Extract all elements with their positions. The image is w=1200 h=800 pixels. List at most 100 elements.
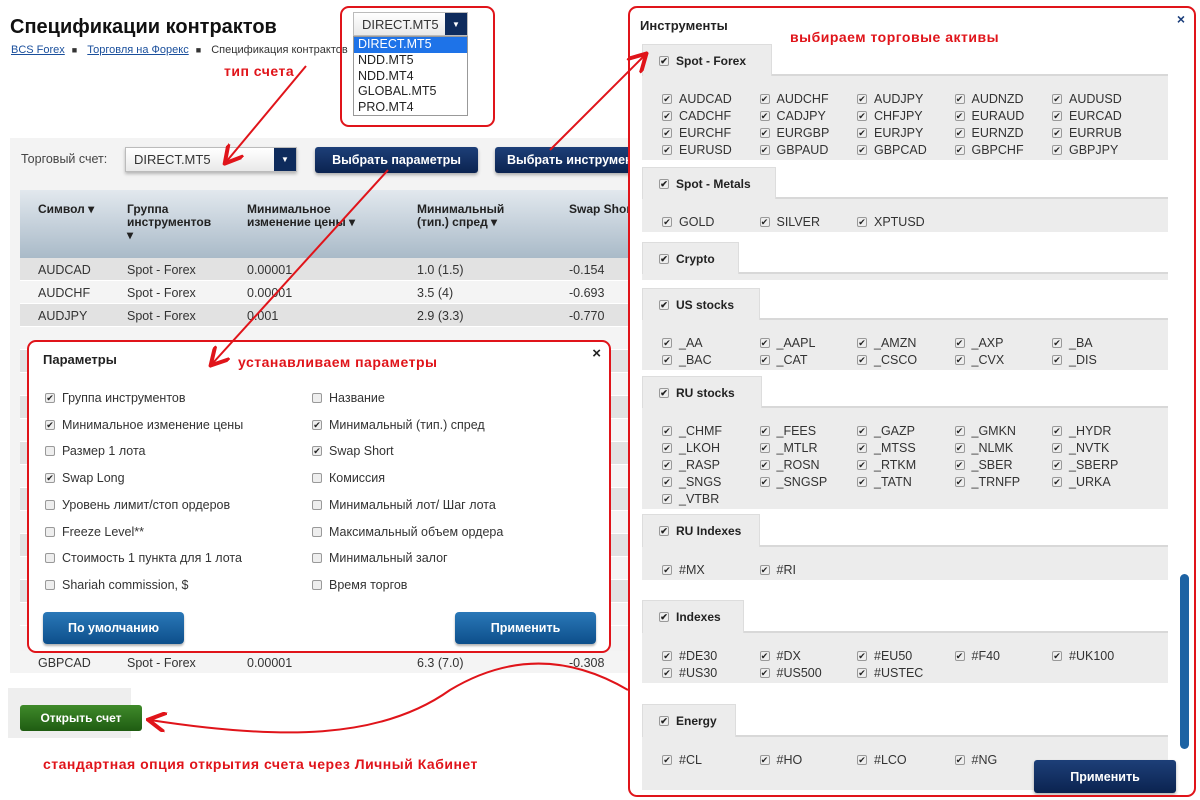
col-min-price-change[interactable]: Минимальное изменение цены ▾ [247,203,377,229]
checkbox-icon[interactable] [1052,355,1062,365]
instrument-checkbox[interactable]: #EU50 [857,649,912,663]
checkbox-icon[interactable] [857,94,867,104]
instrument-checkbox[interactable]: AUDCAD [662,92,732,106]
checkbox-icon[interactable] [45,499,55,510]
checkbox-icon[interactable] [759,128,770,138]
checkbox-icon[interactable] [759,477,770,487]
breadcrumb-forex[interactable]: Торговля на Форекс [87,44,188,56]
instrument-checkbox[interactable]: _MTLR [759,441,817,455]
instrument-checkbox[interactable]: GBPAUD [759,143,828,157]
choose-instruments-button[interactable]: Выбрать инструменты [495,147,635,173]
checkbox-icon[interactable] [954,338,965,348]
checkbox-icon[interactable] [759,94,770,104]
checkbox-icon[interactable] [662,460,672,470]
checkbox-icon[interactable] [662,443,672,453]
instrument-checkbox[interactable]: GOLD [662,215,714,229]
open-account-button[interactable]: Открыть счет [20,705,142,731]
instrument-checkbox[interactable]: #RI [759,563,796,577]
instrument-checkbox[interactable]: _MTSS [857,441,916,455]
instrument-checkbox[interactable]: _FEES [759,424,816,438]
instrument-checkbox[interactable]: CHFJPY [857,109,923,123]
instrument-checkbox[interactable]: EURCAD [1052,109,1122,123]
instrument-checkbox[interactable]: EURNZD [954,126,1024,140]
checkbox-icon[interactable] [759,217,770,227]
param-checkbox[interactable]: Минимальный залог [312,551,448,565]
param-checkbox[interactable]: Название [312,391,385,405]
instrument-checkbox[interactable]: #NG [954,753,997,767]
param-checkbox[interactable]: Размер 1 лота [45,444,146,458]
checkbox-icon[interactable] [759,338,770,348]
instrument-checkbox[interactable]: GBPCHF [954,143,1024,157]
checkbox-icon[interactable] [662,355,672,365]
checkbox-icon[interactable] [662,494,672,504]
instrument-checkbox[interactable]: #LCO [857,753,907,767]
checkbox-icon[interactable] [45,526,55,537]
checkbox-icon[interactable] [857,217,867,227]
instrument-checkbox[interactable]: _BA [1052,336,1093,350]
checkbox-icon[interactable] [312,579,322,590]
checkbox-icon[interactable] [954,111,965,121]
checkbox-icon[interactable] [312,499,322,510]
checkbox-icon[interactable] [659,716,669,726]
close-icon[interactable]: × [1177,11,1185,27]
instrument-checkbox[interactable]: EURGBP [759,126,829,140]
checkbox-icon[interactable] [759,426,770,436]
checkbox-icon[interactable] [312,553,322,564]
checkbox-icon[interactable] [857,755,867,765]
group-tab[interactable]: Spot - Forex [642,44,772,76]
checkbox-icon[interactable] [857,443,867,453]
group-tab[interactable]: Spot - Metals [642,167,776,199]
col-symbol[interactable]: Символ ▾ [38,203,94,216]
param-checkbox[interactable]: Swap Long [45,471,125,485]
instrument-checkbox[interactable]: #MX [662,563,705,577]
checkbox-icon[interactable] [662,426,672,436]
checkbox-icon[interactable] [857,460,867,470]
checkbox-icon[interactable] [954,460,965,470]
instrument-checkbox[interactable]: _LKOH [662,441,720,455]
instrument-checkbox[interactable]: _AXP [954,336,1003,350]
checkbox-icon[interactable] [857,355,867,365]
instrument-checkbox[interactable]: _HYDR [1052,424,1111,438]
checkbox-icon[interactable] [659,387,669,398]
option-pro-mt4[interactable]: PRO.MT4 [354,100,467,116]
checkbox-icon[interactable] [857,477,867,487]
checkbox-icon[interactable] [1052,145,1062,155]
checkbox-icon[interactable] [759,443,770,453]
param-checkbox[interactable]: Стоимость 1 пункта для 1 лота [45,551,242,565]
choose-params-button[interactable]: Выбрать параметры [315,147,478,173]
checkbox-icon[interactable] [759,565,770,575]
checkbox-icon[interactable] [857,668,867,678]
checkbox-icon[interactable] [45,446,55,457]
checkbox-icon[interactable] [954,477,965,487]
checkbox-icon[interactable] [45,419,55,430]
checkbox-icon[interactable] [45,473,55,484]
option-direct-mt5[interactable]: DIRECT.MT5 [354,37,467,53]
checkbox-icon[interactable] [662,565,672,575]
checkbox-icon[interactable] [759,668,770,678]
checkbox-icon[interactable] [659,55,669,66]
checkbox-icon[interactable] [662,94,672,104]
param-checkbox[interactable]: Минимальный лот/ Шаг лота [312,498,496,512]
checkbox-icon[interactable] [1052,651,1062,661]
group-tab[interactable]: RU Indexes [642,514,760,547]
checkbox-icon[interactable] [45,553,55,564]
instrument-checkbox[interactable]: _GAZP [857,424,915,438]
checkbox-icon[interactable] [857,111,867,121]
checkbox-icon[interactable] [312,393,322,403]
checkbox-icon[interactable] [857,651,867,661]
checkbox-icon[interactable] [954,755,965,765]
col-swap-short[interactable]: Swap Short [569,203,635,216]
checkbox-icon[interactable] [312,473,322,484]
checkbox-icon[interactable] [662,651,672,661]
checkbox-icon[interactable] [954,651,965,661]
instrument-checkbox[interactable]: _TATN [857,475,912,489]
instrument-checkbox[interactable]: EURAUD [954,109,1024,123]
instrument-checkbox[interactable]: #USTEC [857,666,923,680]
checkbox-icon[interactable] [312,526,322,537]
param-checkbox[interactable]: Время торгов [312,578,407,592]
instrument-checkbox[interactable]: EURUSD [662,143,732,157]
checkbox-icon[interactable] [857,426,867,436]
checkbox-icon[interactable] [662,477,672,487]
param-checkbox[interactable]: Максимальный объем ордера [312,525,503,539]
scrollbar-thumb[interactable] [1180,574,1189,749]
